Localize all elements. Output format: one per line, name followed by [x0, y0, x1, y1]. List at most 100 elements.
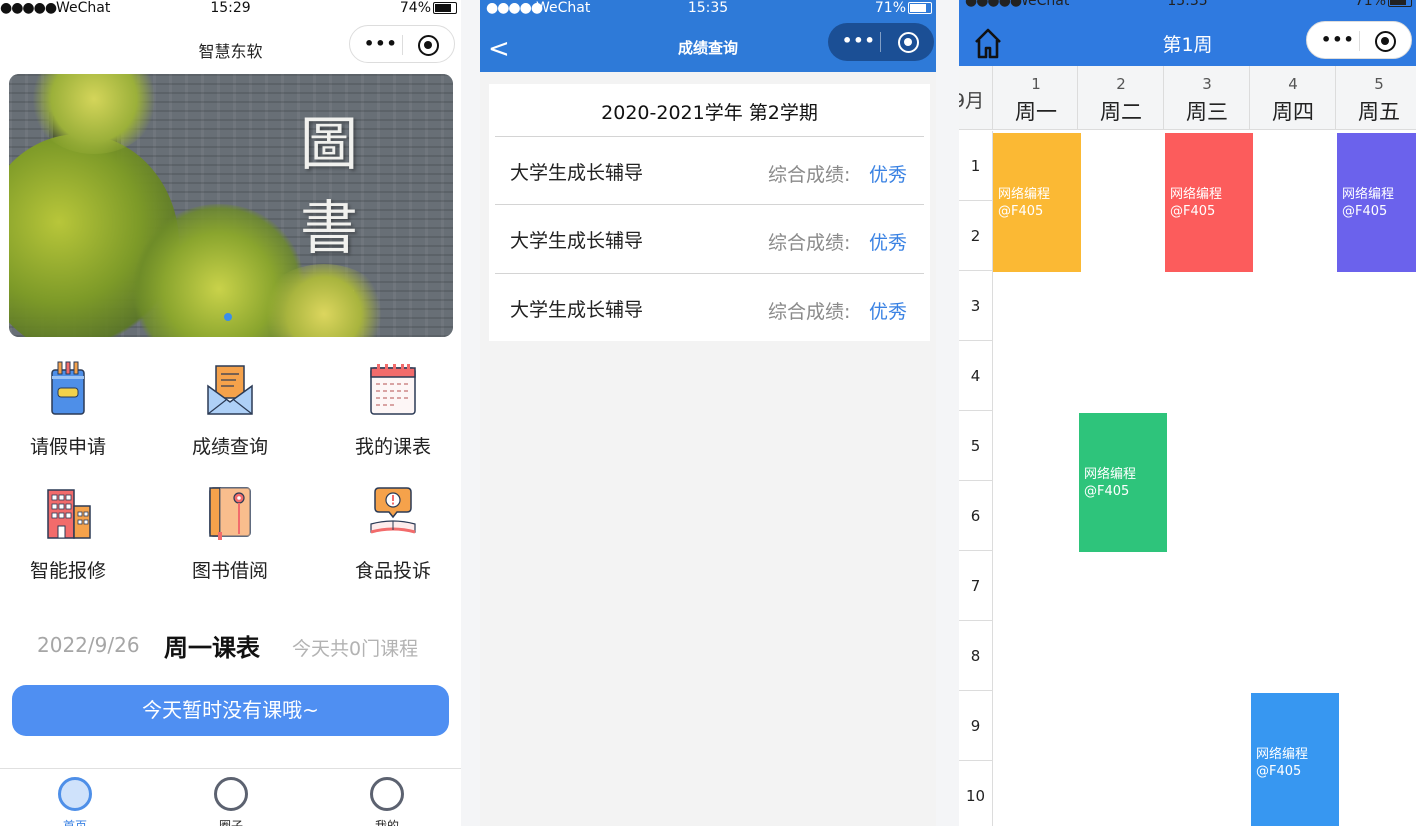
close-miniprogram-button[interactable] — [898, 32, 919, 53]
more-menu-button[interactable]: ••• — [364, 34, 398, 53]
tab-label: 我的 — [374, 819, 399, 826]
period-number: 6 — [970, 507, 981, 525]
capsule-divider — [402, 35, 403, 55]
period-column: 1 2 3 4 5 6 7 8 9 10 — [959, 131, 993, 826]
circle-tab-icon — [214, 777, 248, 811]
grade-label: 综合成绩: — [768, 301, 851, 323]
class-room: @F405 — [998, 204, 1044, 219]
course-name: 大学生成长辅导 — [510, 299, 644, 321]
screen-gap — [936, 0, 959, 826]
class-block[interactable]: 网络编程 @F405 — [1337, 133, 1416, 272]
building-icon — [47, 489, 91, 539]
course-name: 大学生成长辅导 — [510, 162, 644, 184]
grade-row[interactable]: 大学生成长辅导 综合成绩: 优秀 — [489, 136, 930, 204]
class-block[interactable]: 网络编程 @F405 — [1079, 413, 1167, 552]
timetable-screen: ●●●●● WeChat 15:35 71% 第1周 ••• 9月 1 周一 2… — [959, 0, 1416, 826]
period-cell: 3 — [959, 271, 992, 341]
term-title: 2020-2021学年 第2学期 — [601, 102, 818, 124]
leave-icon — [51, 361, 85, 415]
grade-row[interactable]: 大学生成长辅导 综合成绩: 优秀 — [489, 273, 930, 341]
today-header: 2022/9/26 周一课表 今天共0门课程 — [0, 628, 461, 664]
class-room: @F405 — [1256, 764, 1302, 779]
class-name: 网络编程 — [1084, 467, 1137, 482]
course-name: 大学生成长辅导 — [510, 230, 644, 252]
profile-tab-icon — [370, 777, 404, 811]
battery-icon — [433, 2, 457, 14]
day-name: 周三 — [1186, 100, 1228, 124]
grade-value: 优秀 — [869, 164, 908, 186]
status-time: 15:29 — [210, 0, 251, 16]
battery-percent: 71% — [874, 0, 906, 16]
today-title: 周一课表 — [164, 634, 260, 662]
period-number: 1 — [970, 157, 981, 175]
period-cell: 9 — [959, 691, 992, 761]
nav-bar: ●●●●● WeChat 15:35 71% < 成绩查询 ••• — [480, 0, 936, 72]
banner-carousel[interactable]: 圖書館 — [9, 74, 453, 337]
grades-screen: ●●●●● WeChat 15:35 71% < 成绩查询 ••• 2020-2… — [480, 0, 936, 826]
day-name: 周五 — [1358, 100, 1400, 124]
battery-percent: 71% — [1354, 0, 1386, 9]
class-block[interactable]: 网络编程 @F405 — [993, 133, 1081, 272]
grade-label: 综合成绩: — [768, 232, 851, 254]
week-header: 9月 1 周一 2 周二 3 周三 4 周四 5 周五 — [959, 66, 1416, 130]
calendar-icon — [370, 364, 416, 415]
grade-value: 优秀 — [869, 232, 908, 254]
home-screen: ●●●●● WeChat 15:29 74% 智慧东软 ••• 圖書館 — [0, 0, 461, 826]
miniprogram-capsule: ••• — [349, 25, 455, 63]
more-menu-button[interactable]: ••• — [1321, 30, 1355, 49]
class-block[interactable]: 网络编程 @F405 — [1165, 133, 1253, 272]
capsule-divider — [880, 32, 881, 52]
day-number: 5 — [1374, 75, 1384, 93]
battery-percent: 74% — [399, 0, 431, 16]
grid-item-label: 请假申请 — [29, 436, 106, 458]
carousel-indicator[interactable] — [224, 313, 232, 321]
tab-bar: 首页 圈子 我的 — [0, 768, 461, 826]
day-number: 4 — [1288, 75, 1298, 93]
period-cell: 4 — [959, 341, 992, 411]
class-block[interactable]: 网络编程 @F405 — [1251, 693, 1339, 826]
day-number: 3 — [1202, 75, 1212, 93]
class-room: @F405 — [1084, 484, 1130, 499]
grid-item-label: 智能报修 — [29, 560, 106, 582]
tab-label: 圈子 — [218, 819, 243, 826]
close-miniprogram-button[interactable] — [418, 35, 439, 56]
capsule-divider — [1359, 31, 1360, 51]
grid-item-label: 成绩查询 — [191, 436, 268, 458]
grid-item-label: 我的课表 — [354, 436, 431, 458]
home-tab-icon — [58, 777, 92, 811]
no-class-banner: 今天暂时没有课哦~ — [12, 685, 449, 736]
nav-bar: ●●●●● WeChat 15:35 71% 第1周 ••• — [959, 0, 1416, 66]
period-cell: 1 — [959, 131, 992, 201]
grade-envelope-icon — [207, 365, 253, 415]
grades-card: 2020-2021学年 第2学期 大学生成长辅导 综合成绩: 优秀 大学生成长辅… — [489, 84, 930, 341]
day-name: 周二 — [1100, 100, 1142, 124]
period-cell: 6 — [959, 481, 992, 551]
period-number: 7 — [970, 577, 981, 595]
month-label: 9月 — [959, 90, 985, 112]
status-bar: ●●●●● WeChat 15:35 71% — [480, 0, 936, 18]
book-icon — [209, 487, 251, 540]
more-menu-button[interactable]: ••• — [842, 31, 876, 50]
day-number: 1 — [1031, 75, 1041, 93]
grade-value: 优秀 — [869, 301, 908, 323]
battery-level — [1390, 0, 1406, 5]
grade-label: 综合成绩: — [768, 164, 851, 186]
grade-row[interactable]: 大学生成长辅导 综合成绩: 优秀 — [489, 204, 930, 272]
period-number: 4 — [970, 367, 981, 385]
status-bar: ●●●●● WeChat 15:35 71% — [959, 0, 1416, 11]
period-cell: 10 — [959, 761, 992, 826]
period-cell: 7 — [959, 551, 992, 621]
period-number: 3 — [970, 297, 981, 315]
class-room: @F405 — [1342, 204, 1388, 219]
grid-item-label: 图书借阅 — [191, 560, 268, 582]
period-cell: 8 — [959, 621, 992, 691]
day-number: 2 — [1116, 75, 1126, 93]
status-time: 15:35 — [1167, 0, 1208, 9]
screen-gap — [461, 0, 480, 826]
battery-level — [435, 4, 452, 12]
battery-icon — [1388, 0, 1412, 7]
battery-icon — [908, 2, 932, 14]
status-bar: ●●●●● WeChat 15:29 74% — [0, 0, 461, 18]
tab-label: 首页 — [62, 819, 87, 826]
close-miniprogram-button[interactable] — [1375, 31, 1396, 52]
